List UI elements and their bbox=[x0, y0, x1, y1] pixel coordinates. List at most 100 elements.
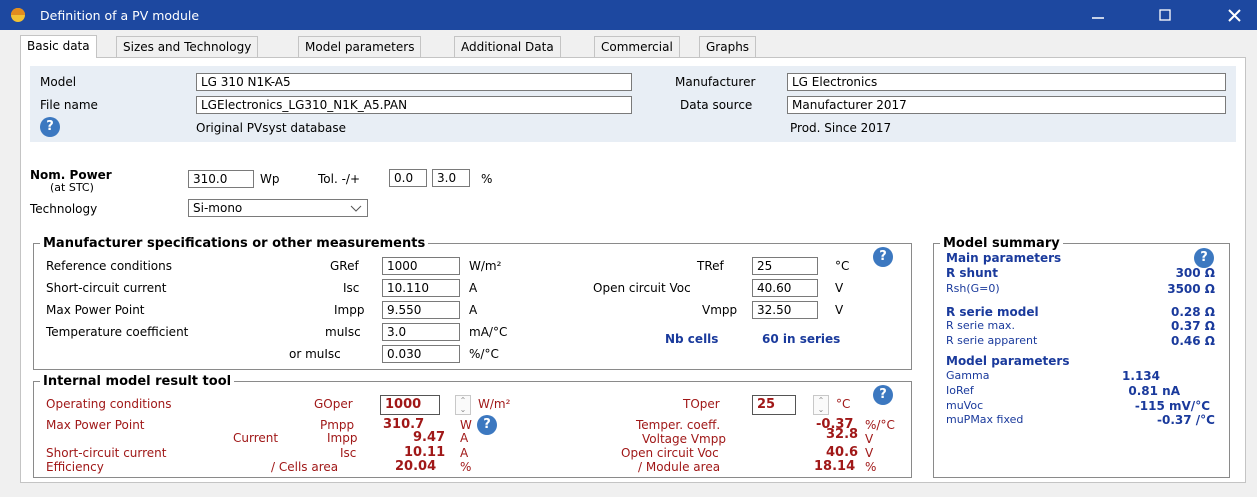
main-params-title: Main parameters bbox=[946, 251, 1062, 265]
mupmax-label: muPMax fixed bbox=[946, 413, 1024, 426]
tool-vmpp-label: Voltage Vmpp bbox=[642, 432, 726, 446]
pmpp-help-icon[interactable]: ? bbox=[477, 415, 497, 435]
summary-help-icon[interactable]: ? bbox=[1194, 248, 1214, 268]
toper-unit: °C bbox=[836, 397, 851, 411]
rserieapp-value: 0.46 Ω bbox=[1171, 334, 1215, 348]
summary-legend: Model summary bbox=[943, 236, 1060, 251]
muvoc-label: muVoc bbox=[946, 399, 984, 412]
tab-model-parameters[interactable]: Model parameters bbox=[298, 36, 422, 57]
chevron-down-icon bbox=[350, 205, 362, 212]
datasource-input[interactable]: Manufacturer 2017 bbox=[787, 96, 1226, 114]
database-text: Original PVsyst database bbox=[196, 121, 346, 135]
tool-isc-label: Isc bbox=[340, 446, 357, 460]
rshunt-value: 300 Ω bbox=[1175, 266, 1215, 280]
technology-select[interactable]: Si-mono bbox=[188, 199, 368, 217]
model-input[interactable]: LG 310 N1K-A5 bbox=[196, 73, 632, 91]
window-title: Definition of a PV module bbox=[40, 8, 200, 23]
impp-input[interactable]: 9.550 bbox=[382, 301, 460, 319]
temp-coef-label: Temperature coefficient bbox=[46, 325, 189, 339]
maximize-button[interactable] bbox=[1142, 0, 1188, 30]
rsh0-value: 3500 Ω bbox=[1167, 282, 1215, 296]
tool-help-icon[interactable]: ? bbox=[873, 385, 893, 405]
tool-sc-label: Short-circuit current bbox=[46, 446, 167, 460]
cells-area-value: 20.04 bbox=[395, 459, 437, 474]
pmpp-label: Pmpp bbox=[320, 418, 355, 432]
gamma-value: 1.134 bbox=[1122, 369, 1160, 383]
rserie-value: 0.28 Ω bbox=[1171, 305, 1215, 319]
isc-unit: A bbox=[469, 281, 478, 295]
muisc-percent-input[interactable]: 0.030 bbox=[382, 345, 460, 363]
tool-legend: Internal model result tool bbox=[43, 374, 232, 389]
filename-input[interactable]: LGElectronics_LG310_N1K_A5.PAN bbox=[196, 96, 632, 114]
tol-plus-input[interactable]: 3.0 bbox=[432, 169, 470, 187]
muisc-unit: mA/°C bbox=[469, 325, 508, 339]
prod-since-text: Prod. Since 2017 bbox=[790, 121, 892, 135]
spec-legend: Manufacturer specifications or other mea… bbox=[43, 236, 426, 251]
minimize-button[interactable] bbox=[1075, 0, 1121, 30]
voc-input[interactable]: 40.60 bbox=[752, 279, 818, 297]
tolerance-unit: % bbox=[481, 172, 493, 186]
filename-label: File name bbox=[40, 98, 98, 112]
muisc-input[interactable]: 3.0 bbox=[382, 323, 460, 341]
model-label: Model bbox=[40, 75, 77, 89]
tool-mpp-label: Max Power Point bbox=[46, 418, 145, 432]
spec-help-icon[interactable]: ? bbox=[873, 247, 893, 267]
tempcoef-unit: %/°C bbox=[865, 418, 895, 432]
nom-power-unit: Wp bbox=[260, 172, 280, 186]
title-bar: Definition of a PV module bbox=[0, 0, 1257, 30]
toper-spinner[interactable]: ⌃ ⌄ bbox=[813, 395, 829, 415]
tab-additional-data[interactable]: Additional Data bbox=[454, 36, 561, 57]
tab-sizes-technology[interactable]: Sizes and Technology bbox=[116, 36, 259, 57]
gref-label: GRef bbox=[330, 259, 359, 273]
nom-power-label: Nom. Power bbox=[30, 168, 112, 182]
module-area-unit: % bbox=[865, 460, 877, 474]
tool-voc-unit: V bbox=[865, 446, 874, 460]
rserie-label: R serie model bbox=[946, 305, 1039, 319]
vmpp-input[interactable]: 32.50 bbox=[752, 301, 818, 319]
tab-basic-data[interactable]: Basic data bbox=[20, 35, 97, 58]
nom-power-sublabel: (at STC) bbox=[50, 181, 94, 194]
tool-voc-value: 40.6 bbox=[826, 445, 859, 460]
tref-input[interactable]: 25 bbox=[752, 257, 818, 275]
toper-label: TOper bbox=[683, 397, 720, 411]
tool-isc-value: 10.11 bbox=[404, 445, 446, 460]
gamma-label: Gamma bbox=[946, 369, 990, 382]
muisc-label: muIsc bbox=[325, 325, 361, 339]
tol-minus-input[interactable]: 0.0 bbox=[389, 169, 427, 187]
tolerance-label: Tol. -/+ bbox=[318, 172, 361, 186]
datasource-label: Data source bbox=[680, 98, 753, 112]
tool-voc-label: Open circuit Voc bbox=[621, 446, 719, 460]
gref-input[interactable]: 1000 bbox=[382, 257, 460, 275]
tref-label: TRef bbox=[697, 259, 724, 273]
impp-label: Impp bbox=[334, 303, 365, 317]
nb-cells-label: Nb cells bbox=[665, 332, 719, 346]
module-area-value: 18.14 bbox=[814, 459, 856, 474]
vmpp-unit: V bbox=[835, 303, 844, 317]
tab-commercial[interactable]: Commercial bbox=[594, 36, 680, 57]
muisc-percent-unit: %/°C bbox=[469, 347, 499, 361]
mupmax-value: -0.37 /°C bbox=[1157, 413, 1215, 427]
close-button[interactable] bbox=[1211, 0, 1257, 30]
pvsyst-sun-icon bbox=[11, 8, 25, 22]
manufacturer-input[interactable]: LG Electronics bbox=[787, 73, 1226, 91]
goper-input[interactable]: 1000 bbox=[380, 395, 440, 415]
isc-input[interactable]: 10.110 bbox=[382, 279, 460, 297]
goper-spinner[interactable]: ⌃ ⌄ bbox=[455, 395, 471, 415]
nom-power-input[interactable]: 310.0 bbox=[188, 170, 254, 188]
rseriemax-value: 0.37 Ω bbox=[1171, 319, 1215, 333]
cells-area-label: / Cells area bbox=[271, 460, 339, 474]
goper-label: GOper bbox=[314, 397, 353, 411]
ioref-label: IoRef bbox=[946, 384, 974, 397]
tool-vmpp-unit: V bbox=[865, 432, 874, 446]
tab-graphs[interactable]: Graphs bbox=[699, 36, 757, 57]
help-icon[interactable]: ? bbox=[40, 117, 60, 137]
tref-unit: °C bbox=[835, 259, 850, 273]
current-label: Current bbox=[233, 431, 279, 445]
ref-conditions-label: Reference conditions bbox=[46, 259, 172, 273]
tool-impp-label: Impp bbox=[327, 431, 358, 445]
mpp-label: Max Power Point bbox=[46, 303, 145, 317]
toper-input[interactable]: 25 bbox=[752, 395, 796, 415]
voc-label: Open circuit Voc bbox=[593, 281, 691, 295]
isc-label: Isc bbox=[343, 281, 360, 295]
or-muisc-label: or muIsc bbox=[289, 347, 341, 361]
